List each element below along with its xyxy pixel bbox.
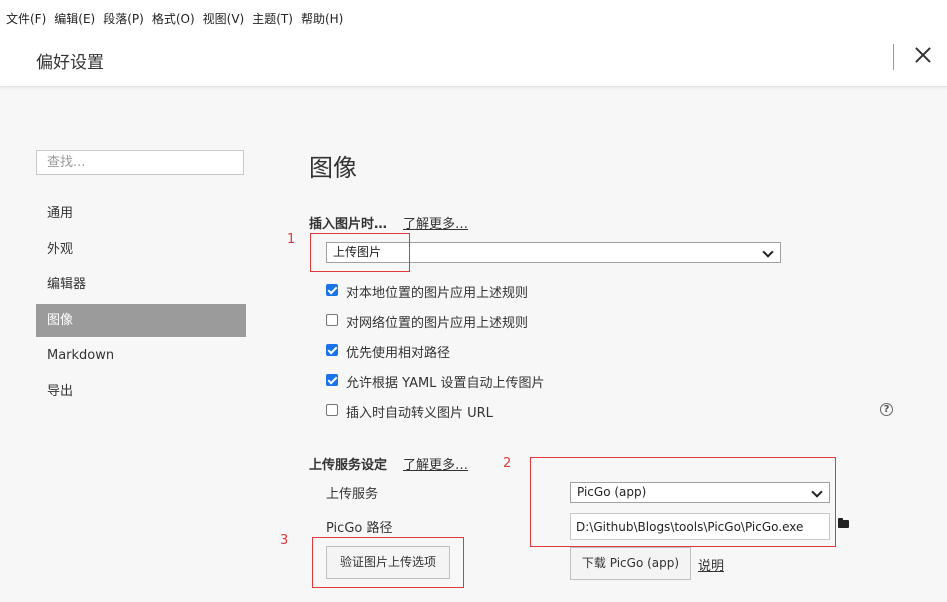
- menu-format[interactable]: 格式(O): [152, 10, 195, 27]
- annotation-box-3: [312, 537, 464, 588]
- insert-image-label: 插入图片时…: [309, 217, 388, 232]
- escape-url-checkbox[interactable]: [326, 404, 338, 416]
- help-icon[interactable]: ?: [880, 403, 893, 416]
- chevron-down-icon: [762, 245, 774, 258]
- apply-network-checkbox[interactable]: [326, 314, 338, 326]
- folder-icon[interactable]: [838, 518, 849, 528]
- menu-edit[interactable]: 编辑(E): [54, 10, 95, 27]
- picgo-doc-link[interactable]: 说明: [698, 555, 724, 574]
- annotation-number-2: 2: [503, 456, 512, 471]
- upload-service-label: 上传服务: [326, 487, 379, 502]
- apply-local-label: 对本地位置的图片应用上述规则: [346, 286, 529, 301]
- sidebar-item-editor[interactable]: 编辑器: [36, 268, 246, 301]
- yaml-upload-label: 允许根据 YAML 设置自动上传图片: [346, 376, 545, 391]
- page-title: 偏好设置: [36, 53, 104, 73]
- relative-path-label: 优先使用相对路径: [346, 346, 451, 361]
- preferences-header: 偏好设置: [0, 36, 947, 87]
- menu-paragraph[interactable]: 段落(P): [103, 10, 144, 27]
- insert-learn-more-link[interactable]: 了解更多…: [403, 213, 468, 232]
- sidebar-item-general[interactable]: 通用: [36, 197, 246, 230]
- yaml-upload-checkbox[interactable]: [326, 374, 338, 386]
- menu-help[interactable]: 帮助(H): [301, 10, 343, 27]
- download-picgo-button[interactable]: 下载 PicGo (app): [570, 547, 691, 580]
- apply-local-checkbox[interactable]: [326, 284, 338, 296]
- apply-network-label: 对网络位置的图片应用上述规则: [346, 316, 529, 331]
- menu-view[interactable]: 视图(V): [203, 10, 245, 27]
- sidebar-item-image[interactable]: 图像: [36, 303, 246, 337]
- picgo-path-label: PicGo 路径: [326, 521, 393, 536]
- header-divider: [893, 44, 894, 70]
- sidebar-nav: 通用 外观 编辑器 图像 Markdown 导出: [36, 197, 246, 410]
- search-input[interactable]: [36, 150, 244, 175]
- menu-bar: 文件(F) 编辑(E) 段落(P) 格式(O) 视图(V) 主题(T) 帮助(H…: [0, 0, 947, 36]
- upload-service-settings-label: 上传服务设定: [309, 458, 388, 473]
- section-title: 图像: [309, 154, 357, 182]
- relative-path-checkbox[interactable]: [326, 344, 338, 356]
- close-icon[interactable]: [910, 42, 936, 68]
- sidebar-item-markdown[interactable]: Markdown: [36, 339, 246, 372]
- annotation-box-1: [310, 233, 410, 272]
- menu-file[interactable]: 文件(F): [6, 10, 46, 27]
- annotation-box-2: [530, 457, 836, 547]
- sidebar-item-appearance[interactable]: 外观: [36, 233, 246, 266]
- sidebar-item-export[interactable]: 导出: [36, 375, 246, 408]
- annotation-number-3: 3: [280, 533, 289, 548]
- annotation-number-1: 1: [287, 232, 296, 247]
- menu-theme[interactable]: 主题(T): [252, 10, 293, 27]
- upload-learn-more-link[interactable]: 了解更多…: [403, 454, 468, 473]
- escape-url-label: 插入时自动转义图片 URL: [346, 406, 493, 421]
